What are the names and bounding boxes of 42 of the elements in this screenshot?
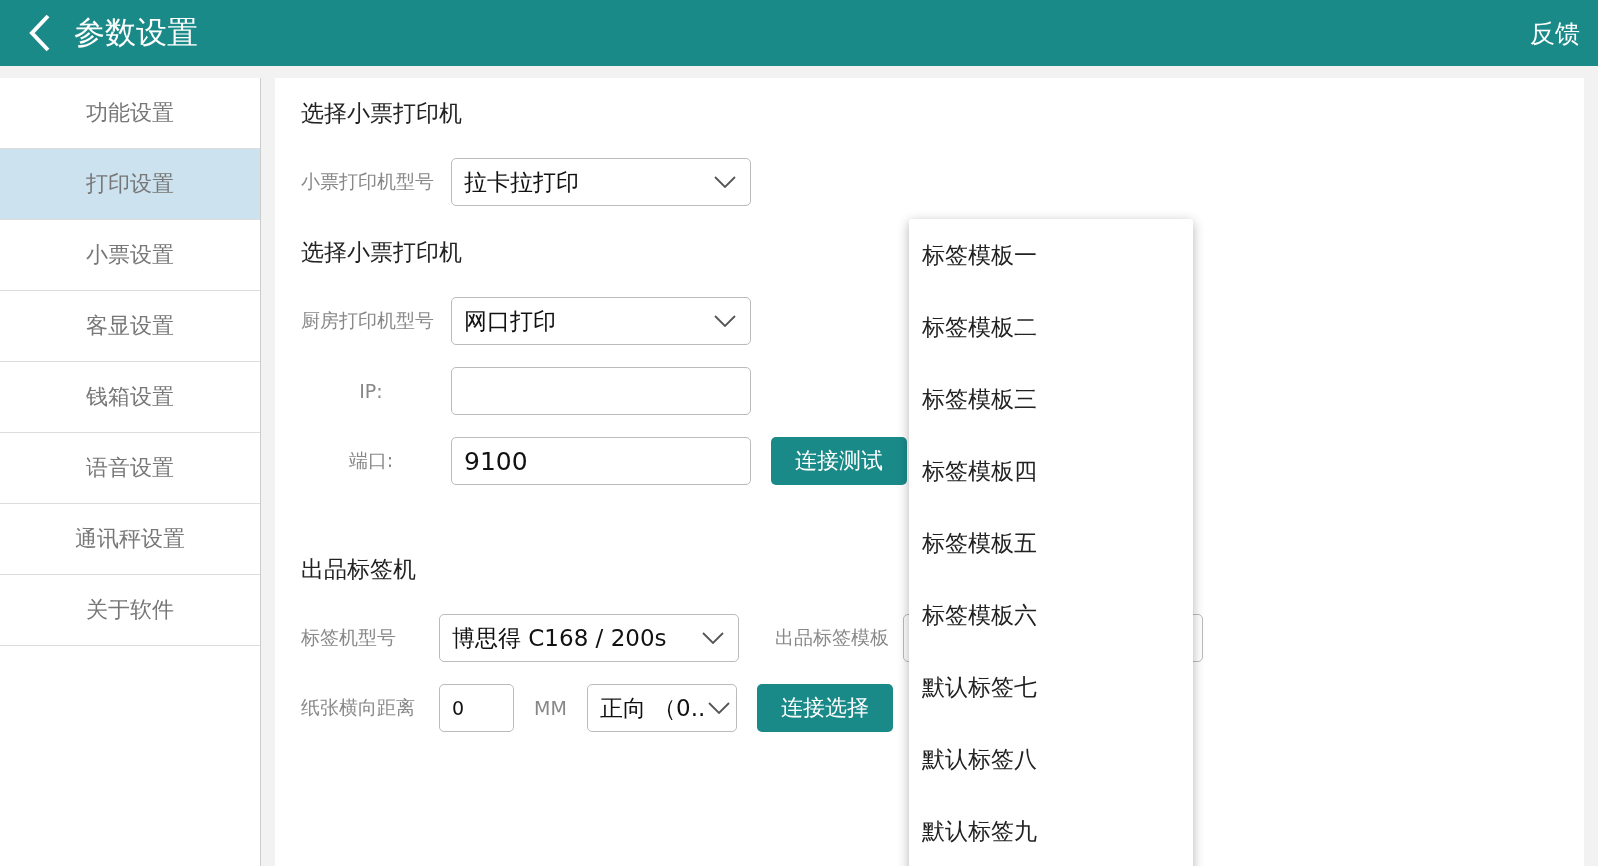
menu-item[interactable]: 标签模板六 <box>909 579 1193 651</box>
connection-test-button[interactable]: 连接测试 <box>771 437 907 485</box>
sidebar-item[interactable]: 关于软件 <box>0 575 260 646</box>
back-icon[interactable] <box>28 13 52 53</box>
section-heading: 出品标签机 <box>301 554 416 584</box>
menu-item[interactable]: 默认标签九 <box>909 795 1193 866</box>
menu-item[interactable]: 标签模板五 <box>909 507 1193 579</box>
field-label: 出品标签模板 <box>775 625 889 650</box>
chevron-down-icon <box>707 702 730 714</box>
menu-item[interactable]: 默认标签七 <box>909 651 1193 723</box>
section-heading: 选择小票打印机 <box>301 98 462 128</box>
field-label: 纸张横向距离 <box>301 695 416 720</box>
offset-input-field[interactable]: 0 <box>439 684 514 732</box>
field-label: IP: <box>358 380 384 402</box>
menu-item[interactable]: 默认标签八 <box>909 723 1193 795</box>
sidebar-item[interactable]: 客显设置 <box>0 291 260 362</box>
menu-item[interactable]: 标签模板三 <box>909 363 1193 435</box>
field-label: 小票打印机型号 <box>301 169 435 194</box>
sidebar-item[interactable]: 钱箱设置 <box>0 362 260 433</box>
unit-label: MM <box>534 697 567 719</box>
feedback-button[interactable]: 反馈 <box>1530 16 1580 50</box>
sidebar-item[interactable]: 语音设置 <box>0 433 260 504</box>
menu-item[interactable]: 标签模板四 <box>909 435 1193 507</box>
field-label: 端口: <box>347 448 395 473</box>
field-label: 厨房打印机型号 <box>301 308 435 333</box>
field-label: 标签机型号 <box>301 625 397 650</box>
menu-item[interactable]: 标签模板一 <box>909 219 1193 291</box>
port-input-field[interactable]: 9100 <box>451 437 751 485</box>
sidebar-item[interactable]: 小票设置 <box>0 220 260 291</box>
section-heading: 选择小票打印机 <box>301 237 462 267</box>
printer-model-select[interactable]: 网口打印 <box>451 297 751 345</box>
ip-input-field[interactable] <box>451 367 751 415</box>
menu-item[interactable]: 标签模板二 <box>909 291 1193 363</box>
sidebar-item[interactable]: 通讯秤设置 <box>0 504 260 575</box>
page-title: 参数设置 <box>74 13 198 52</box>
chevron-down-icon <box>714 315 736 327</box>
connect-select-button[interactable]: 连接选择 <box>756 684 893 732</box>
printer-model-select[interactable]: 拉卡拉打印 <box>451 158 751 206</box>
chevron-down-icon <box>714 176 736 188</box>
label-printer-select[interactable]: 博思得 C168 / 200s <box>439 614 739 662</box>
direction-select[interactable]: 正向 （0.. <box>586 684 737 732</box>
chevron-down-icon <box>702 632 724 644</box>
